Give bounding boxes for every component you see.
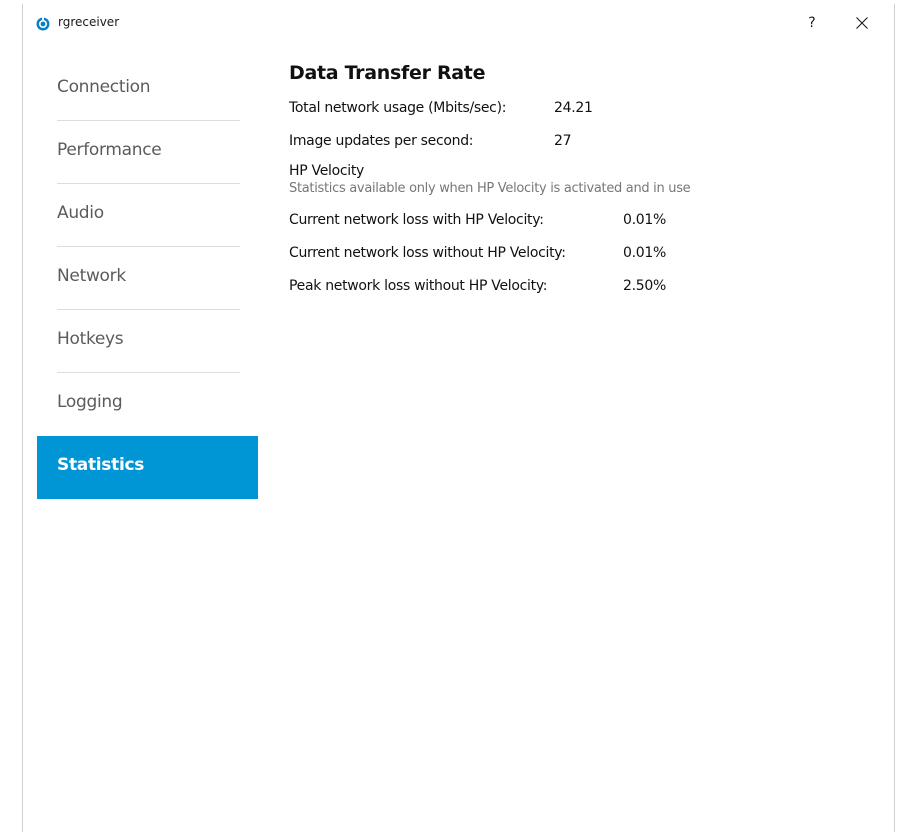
sidebar-item-label: Audio xyxy=(57,202,104,223)
page-title: Data Transfer Rate xyxy=(289,62,486,84)
window-title: rgreceiver xyxy=(58,15,120,29)
stat-value: 0.01% xyxy=(623,245,666,261)
rgreceiver-app-icon xyxy=(36,16,50,31)
statistics-panel: Data Transfer Rate Total network usage (… xyxy=(289,62,879,301)
sidebar-item-label: Hotkeys xyxy=(57,328,124,349)
stat-row: Image updates per second: 27 xyxy=(289,123,879,156)
stat-value: 0.01% xyxy=(623,212,666,228)
sidebar-item-performance[interactable]: Performance xyxy=(37,121,258,184)
settings-window: rgreceiver ? Connection Performance Audi… xyxy=(22,4,895,832)
stat-label: Image updates per second: xyxy=(289,133,474,149)
sidebar-item-label: Performance xyxy=(57,139,162,160)
stat-row: Peak network loss without HP Velocity: 2… xyxy=(289,268,879,301)
sidebar-item-label: Connection xyxy=(57,76,151,97)
sidebar-item-logging[interactable]: Logging xyxy=(37,373,258,436)
stat-value: 24.21 xyxy=(554,100,593,116)
sidebar-item-label: Logging xyxy=(57,391,123,412)
stat-value: 27 xyxy=(554,133,572,149)
close-button[interactable] xyxy=(849,11,875,35)
velocity-note: Statistics available only when HP Veloci… xyxy=(289,181,691,196)
sidebar-item-label: Statistics xyxy=(57,454,145,475)
sidebar-item-connection[interactable]: Connection xyxy=(37,58,258,121)
help-button[interactable]: ? xyxy=(801,11,823,35)
stat-row: Current network loss with HP Velocity: 0… xyxy=(289,202,879,235)
stat-label: Current network loss with HP Velocity: xyxy=(289,212,544,228)
stat-row: Current network loss without HP Velocity… xyxy=(289,235,879,268)
stat-row: Total network usage (Mbits/sec): 24.21 xyxy=(289,90,879,123)
stat-label: Peak network loss without HP Velocity: xyxy=(289,278,548,294)
sidebar-item-audio[interactable]: Audio xyxy=(37,184,258,247)
settings-sidebar: Connection Performance Audio Network Hot… xyxy=(37,58,258,499)
title-bar: rgreceiver ? xyxy=(23,4,894,42)
sidebar-item-hotkeys[interactable]: Hotkeys xyxy=(37,310,258,373)
sidebar-item-network[interactable]: Network xyxy=(37,247,258,310)
sidebar-item-label: Network xyxy=(57,265,126,286)
stat-value: 2.50% xyxy=(623,278,666,294)
stat-label: Current network loss without HP Velocity… xyxy=(289,245,566,261)
velocity-heading: HP Velocity xyxy=(289,163,365,179)
sidebar-item-statistics[interactable]: Statistics xyxy=(37,436,258,499)
stat-label: Total network usage (Mbits/sec): xyxy=(289,100,507,116)
close-icon xyxy=(856,17,868,29)
